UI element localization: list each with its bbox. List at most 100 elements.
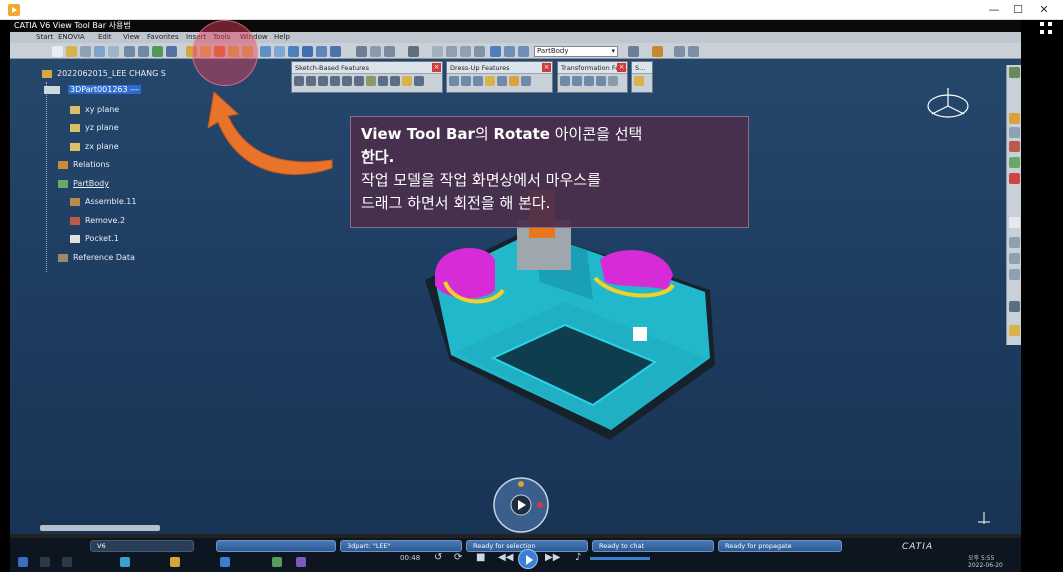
horizontal-scrollbar[interactable]	[40, 525, 160, 531]
right-toolbar	[1006, 65, 1021, 345]
task-3dpart[interactable]: 3dpart: "LEE"	[340, 540, 462, 552]
close-icon[interactable]: ×	[432, 63, 441, 72]
toolbar-dress-up-features: Dress-Up Features ×	[446, 61, 553, 93]
task-view-icon[interactable]	[62, 557, 72, 567]
plane-icon[interactable]	[432, 46, 443, 57]
expand-icon[interactable]	[1040, 22, 1052, 34]
tool-icon[interactable]	[1009, 217, 1020, 228]
close-button[interactable]: ✕	[1030, 2, 1058, 18]
tree-item-relations[interactable]: Relations	[58, 159, 110, 170]
tool-icon[interactable]	[1009, 269, 1020, 280]
task-blank[interactable]	[216, 540, 336, 552]
pocket-icon	[70, 234, 80, 243]
search-icon[interactable]	[688, 46, 699, 57]
axis-icon[interactable]	[370, 46, 381, 57]
snapshot-icon[interactable]	[408, 46, 419, 57]
tool-icon[interactable]	[1009, 253, 1020, 264]
update-icon[interactable]	[152, 46, 163, 57]
close-icon[interactable]: ×	[617, 63, 626, 72]
workbench-select[interactable]: PartBody	[534, 46, 618, 57]
reference-icon	[58, 253, 68, 262]
tree-root-label: 2022062015_LEE CHANG S	[57, 69, 166, 78]
robot-wheel-icon[interactable]	[490, 476, 552, 534]
search-icon[interactable]	[40, 557, 50, 567]
open-icon[interactable]	[66, 46, 77, 57]
tree-item-pocket[interactable]: Pocket.1	[70, 233, 119, 244]
relations-icon	[58, 160, 68, 169]
menu-favorites[interactable]: Favorites	[147, 32, 179, 43]
play-button[interactable]	[518, 549, 538, 569]
workbench-icon[interactable]	[628, 46, 639, 57]
volume-slider[interactable]	[590, 557, 650, 560]
hide-show-icon[interactable]	[316, 46, 327, 57]
tree-item-yz-plane[interactable]: yz plane	[70, 122, 119, 133]
close-icon[interactable]: ×	[542, 63, 551, 72]
edge-icon[interactable]	[120, 557, 130, 567]
measure-icon[interactable]	[384, 46, 395, 57]
tree-item-remove[interactable]: Remove.2	[70, 215, 125, 226]
help-icon[interactable]	[166, 46, 177, 57]
app-icon[interactable]	[220, 557, 230, 567]
tree-item-zx-plane[interactable]: zx plane	[70, 141, 119, 152]
paste-icon[interactable]	[108, 46, 119, 57]
menu-view[interactable]: View	[123, 32, 140, 43]
cut-icon[interactable]	[80, 46, 91, 57]
material-icon[interactable]	[652, 46, 663, 57]
tree-item-assemble[interactable]: Assemble.11	[70, 196, 136, 207]
publish-icon[interactable]	[504, 46, 515, 57]
tool-icon[interactable]	[1009, 157, 1020, 168]
normal-view-icon[interactable]	[260, 46, 271, 57]
tree-root[interactable]: 2022062015_LEE CHANG S	[42, 68, 166, 79]
copy-icon[interactable]	[94, 46, 105, 57]
param-icon[interactable]	[518, 46, 529, 57]
app-icon[interactable]	[296, 557, 306, 567]
swap-space-icon[interactable]	[330, 46, 341, 57]
tool-icon[interactable]	[1009, 113, 1020, 124]
cube-icon[interactable]	[490, 46, 501, 57]
menu-enovia[interactable]: ENOVIA	[58, 32, 85, 43]
next-icon[interactable]: ▶▶	[545, 552, 560, 563]
menu-edit[interactable]: Edit	[98, 32, 112, 43]
analysis-icon[interactable]	[674, 46, 685, 57]
tool-icon[interactable]	[1009, 173, 1020, 184]
tree-item-xy-plane[interactable]: xy plane	[70, 104, 119, 115]
task-v6[interactable]: V6	[90, 540, 194, 552]
multi-view-icon[interactable]	[274, 46, 285, 57]
tool-icon[interactable]	[1009, 141, 1020, 152]
task-ready-chat[interactable]: Ready to chat	[592, 540, 714, 552]
previous-icon[interactable]: ◀◀	[498, 552, 513, 563]
windows-icon[interactable]	[18, 557, 28, 567]
task-ready-propagate[interactable]: Ready for propagate	[718, 540, 842, 552]
tree-item-reference-data[interactable]: Reference Data	[58, 252, 135, 263]
folder-icon[interactable]	[170, 557, 180, 567]
shading-icon[interactable]	[302, 46, 313, 57]
new-icon[interactable]	[52, 46, 63, 57]
app-icon[interactable]	[272, 557, 282, 567]
stop-icon[interactable]: ■	[476, 552, 485, 563]
tool-icon[interactable]	[1009, 301, 1020, 312]
iso-view-icon[interactable]	[288, 46, 299, 57]
compass-icon[interactable]	[922, 84, 974, 128]
sketch-icon[interactable]	[356, 46, 367, 57]
shuffle-icon[interactable]: ⟳	[454, 552, 462, 563]
formula-icon[interactable]	[474, 46, 485, 57]
volume-icon[interactable]: ♪	[575, 552, 581, 563]
menu-start[interactable]: Start	[36, 32, 53, 43]
point-icon[interactable]	[446, 46, 457, 57]
tree-part-label: 3DPart001263 ---	[68, 85, 141, 94]
menu-help[interactable]: Help	[274, 32, 290, 43]
tool-icon[interactable]	[1009, 127, 1020, 138]
tool-icon[interactable]	[1009, 237, 1020, 248]
line-icon[interactable]	[460, 46, 471, 57]
catia-menubar: Start ENOVIA Edit View Favorites Insert …	[10, 32, 1021, 43]
tool-icon[interactable]	[1009, 325, 1020, 336]
undo-icon[interactable]	[124, 46, 135, 57]
view-toolbar: PartBody	[10, 43, 1021, 59]
maximize-button[interactable]: ☐	[1004, 2, 1032, 18]
tool-icon[interactable]	[1009, 67, 1020, 78]
tree-part[interactable]: 3DPart001263 ---	[44, 84, 141, 95]
redo-icon[interactable]	[138, 46, 149, 57]
tree-item-partbody[interactable]: PartBody	[58, 178, 109, 189]
repeat-icon[interactable]: ↺	[434, 552, 442, 563]
toolbar-transformation-features: Transformation Feat... ×	[557, 61, 628, 93]
